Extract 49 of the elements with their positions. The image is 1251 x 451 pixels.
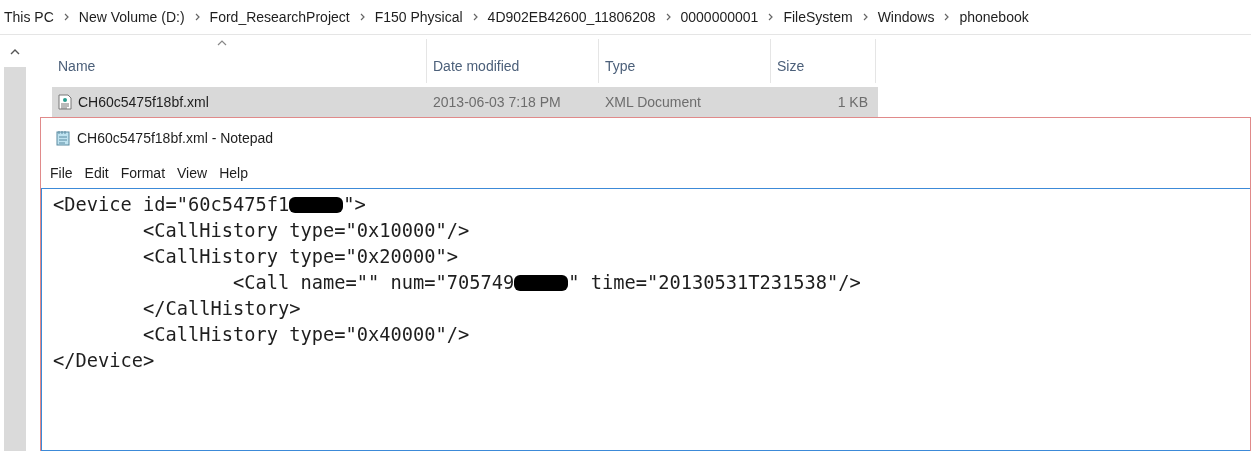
breadcrumb-item[interactable]: FileSystem: [783, 6, 853, 28]
file-type: XML Document: [605, 93, 701, 110]
code-text: <CallHistory type="0x20000">: [142, 245, 459, 269]
code-text: <CallHistory type="0x10000"/>: [142, 219, 470, 243]
breadcrumb-item[interactable]: 4D902EB42600_11806208: [487, 6, 656, 28]
breadcrumb-item[interactable]: phonebook: [959, 6, 1029, 28]
scroll-up-icon[interactable]: [10, 49, 20, 55]
breadcrumb-item[interactable]: This PC: [4, 6, 54, 28]
chevron-icon[interactable]: [862, 13, 868, 21]
menu-item[interactable]: Edit: [79, 162, 114, 184]
menu-item[interactable]: File: [45, 162, 78, 184]
column-header[interactable]: Date modified: [427, 39, 599, 83]
code-text: <CallHistory type="0x40000"/>: [142, 323, 470, 347]
code-text: <Call name="" num="705749: [232, 271, 515, 295]
column-header[interactable]: Name: [52, 39, 427, 83]
chevron-icon[interactable]: [944, 13, 950, 21]
file-row[interactable]: CH60c5475f18bf.xml 2013-06-03 7:18 PM XML Document 1 KB: [52, 87, 878, 117]
code-text: " time="20130531T231538"/>: [568, 271, 861, 295]
chevron-icon[interactable]: [359, 13, 365, 21]
breadcrumb-item[interactable]: New Volume (D:): [78, 6, 185, 28]
file-date: 2013-06-03 7:18 PM: [433, 93, 561, 110]
scrollbar-track[interactable]: [4, 67, 26, 451]
breadcrumb-item[interactable]: 0000000001: [680, 6, 759, 28]
menu-item[interactable]: Format: [115, 162, 171, 184]
file-name: CH60c5475f18bf.xml: [78, 92, 209, 112]
chevron-icon[interactable]: [768, 13, 774, 21]
code-text: </CallHistory>: [142, 297, 301, 321]
column-header[interactable]: Size: [771, 39, 876, 83]
chevron-icon[interactable]: [194, 13, 200, 21]
breadcrumb-item[interactable]: F150 Physical: [374, 6, 463, 28]
window-title: CH60c5475f18bf.xml - Notepad: [77, 128, 274, 148]
code-text: ">: [343, 193, 366, 217]
xml-file-icon: [58, 94, 72, 110]
notepad-icon: [55, 130, 71, 146]
code-text: <Device id="60c5475f1: [53, 193, 290, 217]
code-text: </Device>: [53, 349, 155, 373]
chevron-icon[interactable]: [63, 13, 69, 21]
menu-item[interactable]: View: [172, 162, 213, 184]
redaction-mark: [514, 275, 569, 291]
chevron-icon[interactable]: [472, 13, 478, 21]
text-editor[interactable]: <Device id="60c5475f1 "> <CallHistory type="0x10000"/> <CallHistory type="0x20000"> <Call name="" num="705749 " time="20130531T231538"/> </CallHistory> <CallHistory type="0x40000"/> </Device>: [41, 188, 1250, 451]
column-header[interactable]: Type: [599, 39, 771, 83]
breadcrumb-item[interactable]: Windows: [877, 6, 935, 28]
chevron-icon[interactable]: [665, 13, 671, 21]
breadcrumb-item[interactable]: Ford_ResearchProject: [209, 6, 350, 28]
file-size: 1 KB: [837, 93, 868, 110]
redaction-mark: [289, 197, 344, 213]
sort-ascending-icon: [217, 40, 227, 46]
menu-item[interactable]: Help: [214, 162, 253, 184]
